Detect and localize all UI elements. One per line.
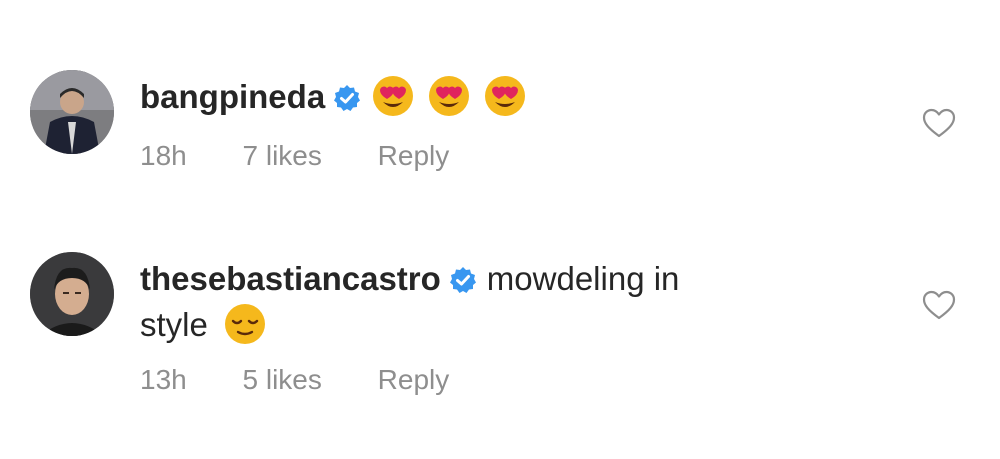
- avatar-photo: [30, 252, 114, 336]
- comment-text-continued: style: [140, 306, 208, 343]
- avatar[interactable]: [30, 70, 114, 154]
- comment-item: bangpineda 18h 7 likes Reply: [0, 70, 1000, 190]
- avatar[interactable]: [30, 252, 114, 336]
- reply-button[interactable]: Reply: [378, 140, 450, 172]
- username[interactable]: thesebastiancastro: [140, 260, 441, 297]
- heart-eyes-emoji: [483, 74, 527, 118]
- username[interactable]: bangpineda: [140, 78, 325, 115]
- relieved-face-emoji: [223, 302, 267, 346]
- comment-time[interactable]: 18h: [140, 140, 187, 172]
- comment-body: thesebastiancastro mowdeling in style: [140, 256, 860, 348]
- heart-outline-icon[interactable]: [922, 108, 956, 138]
- heart-eyes-emoji: [427, 74, 471, 118]
- likes-count[interactable]: 5 likes: [243, 364, 322, 396]
- likes-count[interactable]: 7 likes: [243, 140, 322, 172]
- heart-outline-icon[interactable]: [922, 290, 956, 320]
- comment-item: thesebastiancastro mowdeling in style 13h …: [0, 252, 1000, 412]
- comment-time[interactable]: 13h: [140, 364, 187, 396]
- comment-meta: 13h 5 likes Reply: [140, 364, 449, 396]
- avatar-photo: [30, 70, 114, 154]
- verified-badge-icon: [449, 266, 477, 294]
- verified-badge-icon: [333, 84, 361, 112]
- heart-eyes-emoji: [371, 74, 415, 118]
- comment-meta: 18h 7 likes Reply: [140, 140, 449, 172]
- comment-text: mowdeling in: [486, 260, 680, 297]
- comment-body: bangpineda: [140, 74, 860, 120]
- reply-button[interactable]: Reply: [378, 364, 450, 396]
